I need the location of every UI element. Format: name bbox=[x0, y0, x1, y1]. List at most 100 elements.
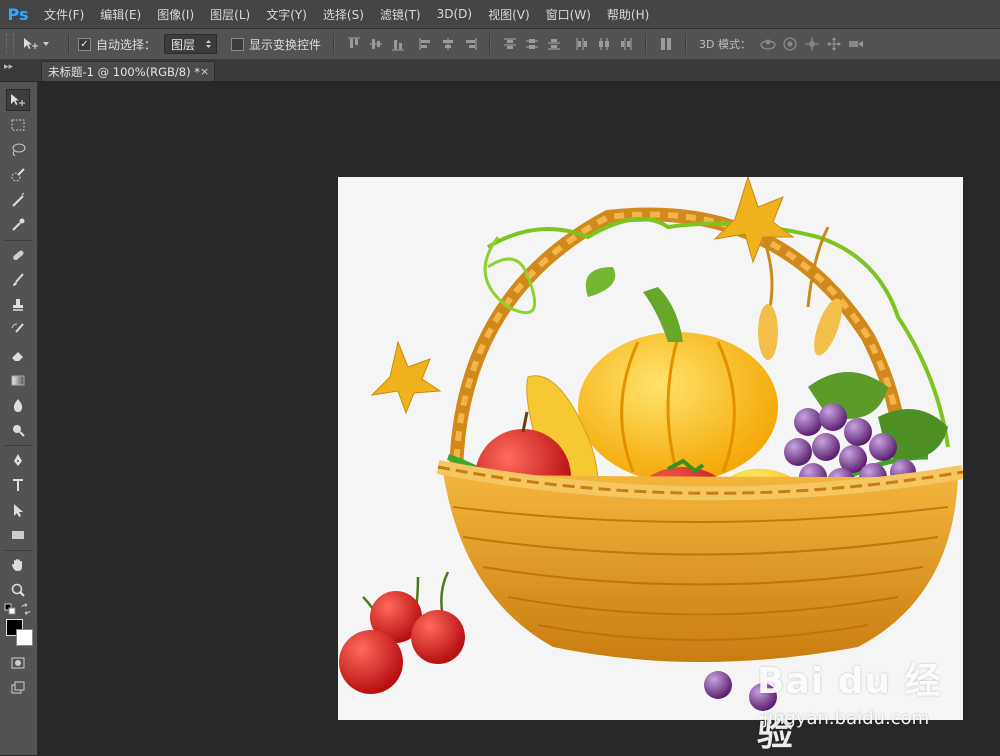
menu-bar: Ps 文件(F) 编辑(E) 图像(I) 图层(L) 文字(Y) 选择(S) 滤… bbox=[0, 0, 1000, 29]
options-bar: ✓ 自动选择： 图层 显示变换控件 3D 模式： bbox=[0, 29, 1000, 60]
close-tab-icon[interactable]: × bbox=[200, 65, 209, 78]
menu-layer[interactable]: 图层(L) bbox=[202, 6, 258, 23]
distribute-top-edges-icon[interactable] bbox=[501, 35, 519, 53]
history-brush-icon bbox=[11, 323, 24, 333]
auto-select-dropdown[interactable]: 图层 bbox=[164, 34, 218, 54]
collapse-panel-icon[interactable]: ▸▸ bbox=[4, 62, 13, 72]
magnifier-icon bbox=[11, 583, 25, 597]
menu-help[interactable]: 帮助(H) bbox=[599, 6, 657, 23]
menu-3d[interactable]: 3D(D) bbox=[429, 7, 480, 21]
dodge-icon bbox=[13, 425, 25, 437]
3d-mode-label: 3D 模式： bbox=[699, 38, 752, 51]
default-colors-icon bbox=[4, 603, 16, 615]
separator bbox=[685, 34, 688, 54]
auto-select-checkbox[interactable]: ✓ bbox=[78, 37, 91, 51]
tools-panel bbox=[0, 82, 38, 755]
lasso-icon bbox=[12, 143, 26, 157]
zoom-tool[interactable] bbox=[6, 579, 30, 601]
default-colors[interactable] bbox=[3, 602, 17, 616]
screen-mode-tool[interactable] bbox=[6, 677, 30, 699]
separator bbox=[4, 550, 33, 551]
swap-arrows-icon bbox=[21, 603, 31, 615]
gradient-tool[interactable] bbox=[6, 369, 30, 391]
rectangle-tool[interactable] bbox=[6, 524, 30, 546]
menu-filter[interactable]: 滤镜(T) bbox=[372, 6, 429, 23]
document-tab-bar: ▸▸ 未标题-1 @ 100%(RGB/8) * × bbox=[0, 60, 1000, 81]
menu-image[interactable]: 图像(I) bbox=[149, 6, 202, 23]
move-tool-icon bbox=[24, 38, 38, 49]
quick-selection-icon bbox=[11, 168, 25, 182]
separator bbox=[645, 34, 648, 54]
options-bar-grip[interactable] bbox=[6, 34, 14, 54]
document-tab[interactable]: 未标题-1 @ 100%(RGB/8) * × bbox=[41, 61, 215, 81]
menu-select[interactable]: 选择(S) bbox=[315, 6, 372, 23]
marquee-tool[interactable] bbox=[6, 114, 30, 136]
blur-tool[interactable] bbox=[6, 394, 30, 416]
menu-type[interactable]: 文字(Y) bbox=[258, 6, 315, 23]
align-left-edges-icon[interactable] bbox=[417, 35, 435, 53]
3d-rotate-icon[interactable] bbox=[759, 35, 777, 53]
show-transform-checkbox[interactable] bbox=[231, 37, 245, 51]
3d-scale-icon[interactable] bbox=[847, 35, 865, 53]
move-tool[interactable] bbox=[6, 89, 30, 111]
hand-tool[interactable] bbox=[6, 554, 30, 576]
eyedropper-icon bbox=[12, 218, 25, 231]
lasso-tool[interactable] bbox=[6, 139, 30, 161]
pen-tool[interactable] bbox=[6, 449, 30, 471]
crop-tool[interactable] bbox=[6, 189, 30, 211]
quick-mask-icon bbox=[11, 657, 25, 669]
distribute-left-edges-icon[interactable] bbox=[573, 35, 591, 53]
quick-mask-tool[interactable] bbox=[6, 652, 30, 674]
separator bbox=[4, 445, 33, 446]
distribute-bottom-edges-icon[interactable] bbox=[545, 35, 563, 53]
type-tool[interactable] bbox=[6, 474, 30, 496]
auto-select-value: 图层 bbox=[171, 37, 196, 52]
document-tab-title: 未标题-1 @ 100%(RGB/8) * bbox=[48, 64, 201, 79]
path-selection-icon bbox=[14, 504, 23, 517]
distribute-right-edges-icon[interactable] bbox=[617, 35, 635, 53]
document-canvas[interactable] bbox=[338, 177, 963, 720]
align-right-edges-icon[interactable] bbox=[461, 35, 479, 53]
path-selection-tool[interactable] bbox=[6, 499, 30, 521]
3d-slide-icon[interactable] bbox=[825, 35, 843, 53]
clone-stamp-tool[interactable] bbox=[6, 294, 30, 316]
menu-edit[interactable]: 编辑(E) bbox=[92, 6, 149, 23]
type-icon bbox=[13, 479, 23, 491]
updown-arrows-icon bbox=[206, 40, 212, 48]
swap-colors[interactable] bbox=[19, 602, 33, 616]
menu-window[interactable]: 窗口(W) bbox=[538, 6, 599, 23]
rectangular-marquee-icon bbox=[11, 119, 25, 131]
bandage-icon bbox=[13, 250, 24, 261]
separator bbox=[489, 34, 492, 54]
menu-file[interactable]: 文件(F) bbox=[36, 6, 92, 23]
healing-brush-tool[interactable] bbox=[6, 244, 30, 266]
3d-pan-icon[interactable] bbox=[803, 35, 821, 53]
3d-roll-icon[interactable] bbox=[781, 35, 799, 53]
history-brush-tool[interactable] bbox=[6, 319, 30, 341]
eraser-tool[interactable] bbox=[6, 344, 30, 366]
distribute-vertical-centers-icon[interactable] bbox=[523, 35, 541, 53]
crop-icon bbox=[12, 192, 25, 207]
pen-icon bbox=[14, 454, 22, 466]
brush-tool[interactable] bbox=[6, 269, 30, 291]
rectangle-icon bbox=[12, 531, 24, 539]
auto-align-layers-icon[interactable] bbox=[657, 35, 675, 53]
align-bottom-edges-icon[interactable] bbox=[389, 35, 407, 53]
align-vertical-centers-icon[interactable] bbox=[367, 35, 385, 53]
tool-preset-picker[interactable] bbox=[22, 36, 50, 52]
separator bbox=[333, 34, 336, 54]
eyedropper-tool[interactable] bbox=[6, 214, 30, 236]
dodge-tool[interactable] bbox=[6, 419, 30, 441]
menu-view[interactable]: 视图(V) bbox=[480, 6, 538, 23]
align-top-edges-icon[interactable] bbox=[345, 35, 363, 53]
distribute-horizontal-centers-icon[interactable] bbox=[595, 35, 613, 53]
background-color-swatch[interactable] bbox=[16, 629, 33, 646]
watermark-logo: Bai du 经验 bbox=[757, 661, 942, 754]
stamp-icon bbox=[13, 299, 23, 311]
align-horizontal-centers-icon[interactable] bbox=[439, 35, 457, 53]
brush-icon bbox=[13, 273, 24, 286]
move-tool-icon bbox=[11, 94, 25, 106]
quick-selection-tool[interactable] bbox=[6, 164, 30, 186]
photoshop-logo: Ps bbox=[7, 4, 29, 24]
separator bbox=[68, 34, 70, 54]
